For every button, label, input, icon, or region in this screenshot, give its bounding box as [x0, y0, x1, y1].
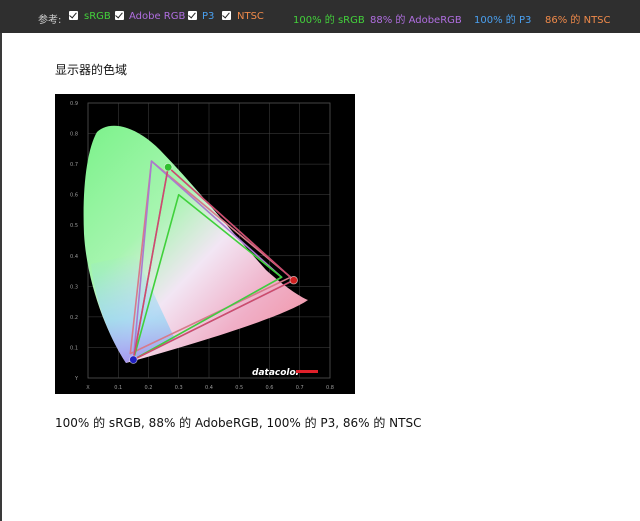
y-tick-label: 0.3	[70, 284, 78, 290]
srgb-check-label[interactable]: sRGB	[84, 11, 111, 22]
top-toolbar: 参考: sRGB Adobe RGB P3 NTSC 100% 的 sRGB 8…	[0, 0, 640, 33]
x-tick-label: 0.8	[326, 385, 334, 391]
ntsc-coverage-stat: 86% 的 NTSC	[545, 15, 611, 26]
x-tick-label: 0.3	[175, 385, 183, 391]
primary-red-marker	[289, 276, 298, 285]
y-tick-label: 0.1	[70, 345, 78, 351]
x-tick-label: 0.2	[145, 385, 153, 391]
left-border	[0, 33, 2, 521]
y-tick-label: 0.8	[70, 132, 78, 138]
srgb-checkbox[interactable]	[69, 11, 78, 20]
x-tick-label: 0.7	[296, 385, 304, 391]
primary-blue-marker	[129, 355, 138, 364]
datacolor-watermark-bar	[296, 370, 318, 373]
y-tick-label: Y	[74, 376, 79, 382]
srgb-coverage-stat: 100% 的 sRGB	[293, 15, 365, 26]
reference-label: 参考:	[38, 15, 62, 26]
gamut-chart: X 0.1 0.2 0.3 0.4 0.5 0.6 0.7 0.8 Y 0.1 0.2 0.3 0.4 0.…	[55, 94, 355, 394]
section-heading: 显示器的色域	[55, 63, 128, 77]
primary-green-marker	[163, 162, 173, 172]
y-tick-label: 0.9	[70, 101, 78, 107]
gamut-summary: 100% 的 sRGB, 88% 的 AdobeRGB, 100% 的 P3, …	[55, 416, 422, 430]
x-tick-label: 0.5	[235, 385, 243, 391]
y-tick-label: 0.7	[70, 162, 78, 168]
adobe-rgb-check-label[interactable]: Adobe RGB	[129, 11, 185, 22]
y-tick-label: 0.2	[70, 315, 78, 321]
y-tick-label: 0.6	[70, 193, 78, 199]
x-tick-label: X	[86, 385, 90, 391]
datacolor-watermark: datacolor	[252, 368, 301, 378]
y-tick-label: 0.4	[70, 254, 78, 260]
x-tick-label: 0.1	[114, 385, 122, 391]
adobergb-coverage-stat: 88% 的 AdobeRGB	[370, 15, 462, 26]
x-tick-label: 0.6	[266, 385, 274, 391]
ntsc-checkbox[interactable]	[222, 11, 231, 20]
x-tick-label: 0.4	[205, 385, 213, 391]
p3-checkbox[interactable]	[188, 11, 197, 20]
p3-coverage-stat: 100% 的 P3	[474, 15, 532, 26]
y-tick-label: 0.5	[70, 223, 78, 229]
ntsc-check-label[interactable]: NTSC	[237, 11, 264, 22]
adobe-rgb-checkbox[interactable]	[115, 11, 124, 20]
gamut-chart-svg: X 0.1 0.2 0.3 0.4 0.5 0.6 0.7 0.8 Y 0.1 0.2 0.3 0.4 0.…	[70, 101, 334, 391]
p3-check-label[interactable]: P3	[202, 11, 214, 22]
